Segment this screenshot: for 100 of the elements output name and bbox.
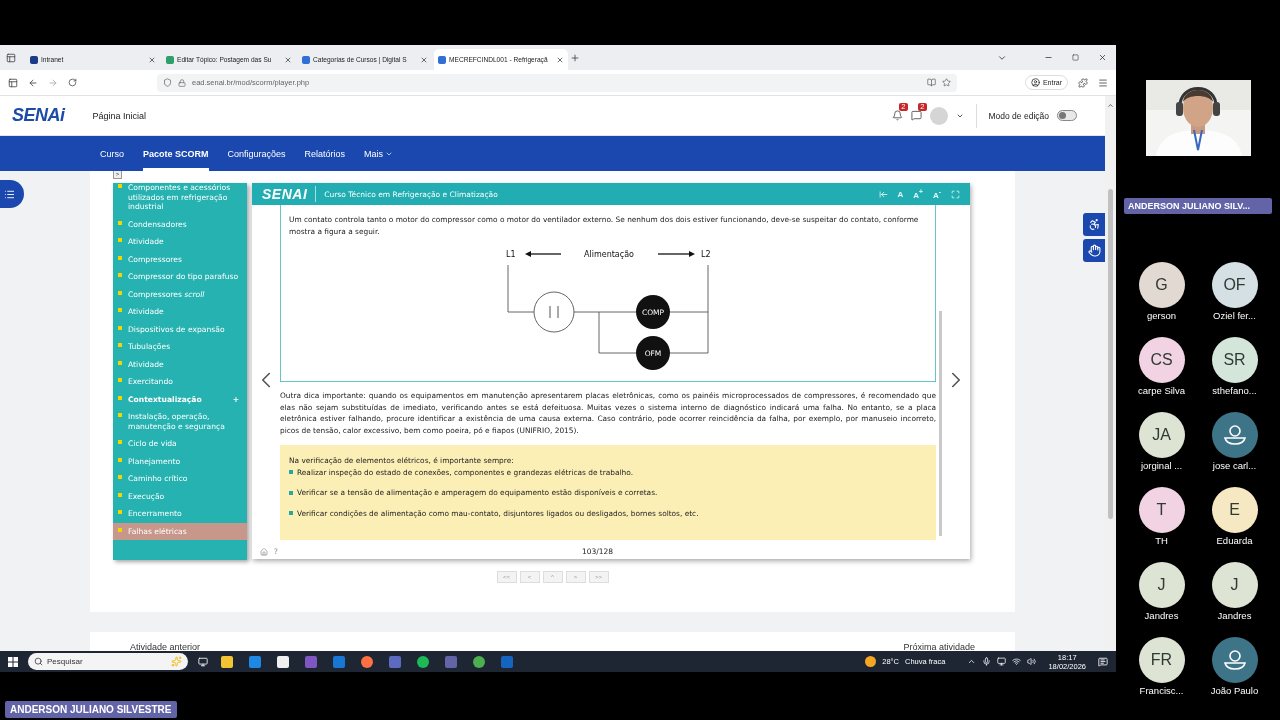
participant-name: Oziel fer...	[1213, 310, 1256, 321]
participant-name: jorginal ...	[1140, 460, 1183, 471]
participant-avatar[interactable]	[1211, 637, 1258, 683]
app-icon[interactable]	[501, 655, 513, 668]
sparkle-icon	[171, 656, 182, 667]
nav-link[interactable]: Curso	[100, 136, 124, 171]
site-logo[interactable]: SENAi	[12, 105, 65, 126]
participant-avatar[interactable]: OF	[1211, 262, 1258, 308]
app-icon[interactable]	[389, 655, 401, 668]
extensions-icon[interactable]	[1078, 77, 1088, 88]
bell-icon[interactable]	[891, 110, 903, 121]
participant-name: João Paulo	[1210, 685, 1259, 696]
participant-name: TH	[1155, 535, 1168, 546]
favicon-icon	[166, 55, 174, 64]
close-icon[interactable]	[420, 55, 428, 64]
participant-name: sthefano...	[1212, 385, 1257, 396]
screen-sharer-name: ANDERSON JULIANO SILVESTRE	[5, 701, 177, 718]
user-silhouette-icon	[1223, 650, 1246, 670]
back-icon[interactable]	[28, 77, 38, 88]
nav-link[interactable]: Relatórios	[304, 136, 346, 171]
sign-language-button[interactable]	[1083, 239, 1105, 262]
bullet-icon	[289, 470, 293, 475]
participant-avatar[interactable]: T	[1138, 487, 1185, 533]
contact-symbol	[533, 291, 575, 333]
participant-name: Francisc...	[1139, 685, 1184, 696]
next-activity-link[interactable]: Próxima atividade	[903, 642, 975, 651]
microphone-icon[interactable]	[982, 657, 992, 666]
sidebar-icon[interactable]	[8, 77, 18, 88]
favicon-icon	[302, 55, 310, 64]
favicon-icon	[438, 55, 446, 64]
participant-avatar[interactable]: J	[1138, 562, 1185, 608]
menu-icon[interactable]	[1098, 77, 1108, 88]
presenter-name: ANDERSON JULIANO SILV...	[1124, 198, 1272, 214]
network-icon[interactable]	[1012, 657, 1022, 666]
accessibility-icon	[1087, 218, 1101, 231]
close-icon[interactable]	[284, 55, 292, 64]
display-icon[interactable]	[997, 657, 1007, 666]
scrollbar-thumb[interactable]	[939, 311, 942, 536]
font-size-button[interactable]: A	[897, 189, 904, 199]
chevron-up-icon[interactable]	[967, 657, 977, 666]
task-view-icon[interactable]	[198, 656, 208, 667]
close-icon[interactable]	[1098, 53, 1107, 62]
notification-icon[interactable]	[1098, 656, 1108, 667]
participant-name: Eduarda	[1216, 535, 1253, 546]
participant-avatar[interactable]: SR	[1211, 337, 1258, 383]
participant-name: carpe Silva	[1138, 385, 1185, 396]
participant-avatar[interactable]	[1211, 412, 1258, 458]
star-icon[interactable]	[942, 78, 951, 87]
participant-name: gerson	[1146, 310, 1177, 321]
bullet-icon	[289, 511, 293, 516]
bullet-icon	[289, 490, 293, 495]
scroll-up-icon[interactable]	[1107, 102, 1114, 109]
participant-name: Jandres	[1144, 610, 1179, 621]
user-icon	[1030, 78, 1040, 87]
line-label: L1	[506, 250, 516, 259]
search-icon	[34, 657, 43, 666]
nav-link[interactable]: Configurações	[227, 136, 286, 171]
user-silhouette-icon	[1223, 425, 1246, 445]
edit-mode-label: Modo de edição	[988, 110, 1049, 121]
supply-label: Alimentação	[584, 250, 634, 259]
close-icon[interactable]	[148, 55, 156, 64]
speaker-icon[interactable]	[1027, 657, 1037, 666]
message-icon[interactable]	[910, 110, 922, 121]
arrow-icon	[525, 251, 562, 257]
search-field[interactable]: Pesquisar	[28, 653, 188, 670]
weather-icon[interactable]	[865, 656, 877, 667]
tab-list-icon[interactable]	[6, 52, 16, 63]
font-size-button[interactable]: A$^{+}$	[913, 188, 923, 200]
accessibility-button[interactable]	[1083, 213, 1105, 236]
list-icon	[3, 188, 15, 200]
font-size-button[interactable]: A$^{-}$	[933, 188, 941, 200]
shield-icon[interactable]	[163, 78, 172, 87]
previous-activity-link[interactable]: Atividade anterior	[130, 642, 201, 651]
close-icon[interactable]	[556, 55, 564, 64]
reader-icon[interactable]	[927, 78, 936, 87]
participant-avatar[interactable]: JA	[1138, 412, 1185, 458]
home-link[interactable]: Página Inicial	[92, 110, 147, 121]
participant-avatar[interactable]: G	[1138, 262, 1185, 308]
new-tab-icon[interactable]	[570, 52, 580, 63]
arrow-icon	[657, 251, 695, 257]
participant-avatar[interactable]: J	[1211, 562, 1258, 608]
hand-icon	[1087, 244, 1101, 257]
player-logo: SENAI	[262, 186, 317, 202]
maximize-icon[interactable]	[1072, 54, 1079, 61]
participant-avatar[interactable]: E	[1211, 487, 1258, 533]
reload-icon[interactable]	[68, 78, 77, 87]
participant-name: Jandres	[1217, 610, 1252, 621]
participant-avatar[interactable]: CS	[1138, 337, 1185, 383]
scrollbar-thumb[interactable]	[1108, 189, 1113, 519]
participant-avatar[interactable]: FR	[1138, 637, 1185, 683]
app-icon[interactable]	[445, 655, 457, 668]
participant-name: jose carl...	[1212, 460, 1257, 471]
app-icon[interactable]	[305, 655, 317, 668]
edit-mode-switch[interactable]	[1057, 110, 1077, 121]
lock-icon[interactable]	[178, 78, 186, 87]
windows-start-icon[interactable]	[8, 656, 18, 667]
nav-link[interactable]: Mais	[364, 136, 394, 171]
drawer-button[interactable]	[0, 180, 24, 208]
line-label: L2	[701, 250, 711, 259]
favicon-icon	[30, 55, 38, 64]
